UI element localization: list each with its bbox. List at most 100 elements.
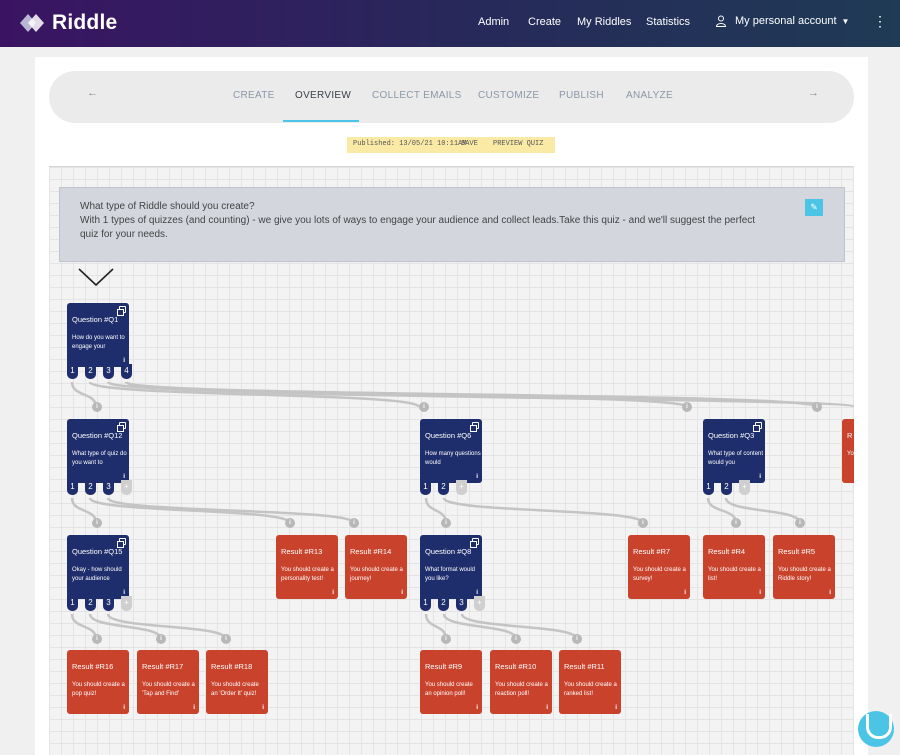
connector-dot[interactable]: i	[812, 402, 822, 412]
answer-tab[interactable]: 4	[121, 364, 132, 379]
next-step-arrow-icon[interactable]: →	[808, 87, 819, 99]
tab-collect-emails[interactable]: COLLECT EMAILS	[372, 90, 462, 101]
info-icon[interactable]: i	[476, 704, 478, 711]
account-menu[interactable]: My personal account ▼	[715, 15, 849, 27]
info-icon[interactable]: i	[262, 704, 264, 711]
add-answer-tab[interactable]: +	[739, 480, 750, 495]
info-icon[interactable]: i	[546, 704, 548, 711]
info-icon[interactable]: i	[123, 589, 125, 596]
answer-tab[interactable]: 1	[420, 596, 431, 611]
node-text: What type of quiz do you want to	[72, 451, 127, 466]
tab-overview[interactable]: OVERVIEW	[295, 90, 351, 101]
info-icon[interactable]: i	[476, 589, 478, 596]
info-icon[interactable]: i	[123, 704, 125, 711]
connector-dot[interactable]: i	[441, 518, 451, 528]
info-icon[interactable]: i	[684, 589, 686, 596]
result-node-r4[interactable]: Result #R4 You should create a list! i	[703, 535, 765, 599]
more-vertical-icon[interactable]: ⋮	[873, 14, 887, 28]
copy-icon[interactable]	[470, 422, 479, 432]
info-icon[interactable]: i	[615, 704, 617, 711]
info-icon[interactable]: i	[123, 473, 125, 480]
connector-dot[interactable]: i	[285, 518, 295, 528]
answer-tab[interactable]: 3	[103, 364, 114, 379]
result-node-r17[interactable]: Result #R17 You should create a 'Tap and…	[137, 650, 199, 714]
add-answer-tab[interactable]: +	[474, 596, 485, 611]
info-icon[interactable]: i	[332, 589, 334, 596]
answer-tab[interactable]: 3	[456, 596, 467, 611]
info-icon[interactable]: i	[123, 357, 125, 364]
nav-admin[interactable]: Admin	[478, 16, 509, 28]
tab-publish[interactable]: PUBLISH	[559, 90, 604, 101]
nav-statistics[interactable]: Statistics	[646, 16, 690, 28]
connector-dot[interactable]: i	[682, 402, 692, 412]
tab-analyze[interactable]: ANALYZE	[626, 90, 673, 101]
result-node-r9[interactable]: Result #R9 You should create an opinion …	[420, 650, 482, 714]
result-node-r11[interactable]: Result #R11 You should create a ranked l…	[559, 650, 621, 714]
info-icon[interactable]: i	[476, 473, 478, 480]
question-node-q6[interactable]: Question #Q6 How many questions would i	[420, 419, 482, 483]
result-node-r13[interactable]: Result #R13 You should create a personal…	[276, 535, 338, 599]
question-node-q12[interactable]: Question #Q12 What type of quiz do you w…	[67, 419, 129, 483]
connector-dot[interactable]: i	[349, 518, 359, 528]
connector-dot[interactable]: i	[731, 518, 741, 528]
info-icon[interactable]: i	[759, 589, 761, 596]
result-node-r14[interactable]: Result #R14 You should create a journey!…	[345, 535, 407, 599]
connector-dot[interactable]: i	[572, 634, 582, 644]
question-node-q8[interactable]: Question #Q8 What format would you like?…	[420, 535, 482, 599]
result-node-r7[interactable]: Result #R7 You should create a survey! i	[628, 535, 690, 599]
copy-icon[interactable]	[753, 422, 762, 432]
info-icon[interactable]: i	[401, 589, 403, 596]
question-node-q1[interactable]: Question #Q1 How do you want to engage y…	[67, 303, 129, 367]
connector-dot[interactable]: i	[92, 402, 102, 412]
result-node-r16[interactable]: Result #R16 You should create a pop quiz…	[67, 650, 129, 714]
prev-step-arrow-icon[interactable]: ←	[87, 87, 98, 99]
tab-create[interactable]: CREATE	[233, 90, 275, 101]
copy-icon[interactable]	[117, 538, 126, 548]
info-icon[interactable]: i	[829, 589, 831, 596]
answer-tab[interactable]: 1	[420, 480, 431, 495]
copy-icon[interactable]	[117, 306, 126, 316]
connector-dot[interactable]: i	[92, 634, 102, 644]
answer-tab[interactable]: 3	[103, 480, 114, 495]
result-node-r10[interactable]: Result #R10 You should create a reaction…	[490, 650, 552, 714]
connector-dot[interactable]: i	[419, 402, 429, 412]
add-answer-tab[interactable]: +	[121, 596, 132, 611]
copy-icon[interactable]	[117, 422, 126, 432]
tab-customize[interactable]: CUSTOMIZE	[478, 90, 539, 101]
connector-dot[interactable]: i	[638, 518, 648, 528]
answer-tab[interactable]: 2	[721, 480, 732, 495]
connector-dot[interactable]: i	[92, 518, 102, 528]
connector-dot[interactable]: i	[441, 634, 451, 644]
question-node-q3[interactable]: Question #Q3 What type of content would …	[703, 419, 765, 483]
preview-quiz-button[interactable]: PREVIEW QUIZ	[493, 140, 543, 148]
answer-tab[interactable]: 1	[67, 480, 78, 495]
result-node-partial[interactable]: R Yo	[842, 419, 854, 483]
answer-tab[interactable]: 1	[67, 364, 78, 379]
answer-tab[interactable]: 2	[85, 596, 96, 611]
answer-tab[interactable]: 2	[438, 596, 449, 611]
question-node-q15[interactable]: Question #Q15 Okay - how should your aud…	[67, 535, 129, 599]
answer-tab[interactable]: 2	[85, 480, 96, 495]
answer-tab[interactable]: 2	[85, 364, 96, 379]
flow-canvas[interactable]: What type of Riddle should you create? W…	[49, 166, 854, 755]
answer-tab[interactable]: 1	[67, 596, 78, 611]
info-icon[interactable]: i	[193, 704, 195, 711]
copy-icon[interactable]	[470, 538, 479, 548]
connector-dot[interactable]: i	[156, 634, 166, 644]
answer-tab[interactable]: 2	[438, 480, 449, 495]
add-answer-tab[interactable]: +	[456, 480, 467, 495]
save-button[interactable]: SAVE	[461, 140, 478, 148]
riddle-logo[interactable]: Riddle	[18, 10, 117, 36]
connector-dot[interactable]: i	[511, 634, 521, 644]
add-answer-tab[interactable]: +	[121, 480, 132, 495]
info-icon[interactable]: i	[759, 473, 761, 480]
result-node-r5[interactable]: Result #R5 You should create a Riddle st…	[773, 535, 835, 599]
answer-tab[interactable]: 1	[703, 480, 714, 495]
result-node-r18[interactable]: Result #R18 You should create an 'Order …	[206, 650, 268, 714]
connector-dot[interactable]: i	[795, 518, 805, 528]
help-chat-icon[interactable]	[858, 711, 894, 747]
answer-tab[interactable]: 3	[103, 596, 114, 611]
nav-my-riddles[interactable]: My Riddles	[577, 16, 631, 28]
nav-create[interactable]: Create	[528, 16, 561, 28]
connector-dot[interactable]: i	[221, 634, 231, 644]
